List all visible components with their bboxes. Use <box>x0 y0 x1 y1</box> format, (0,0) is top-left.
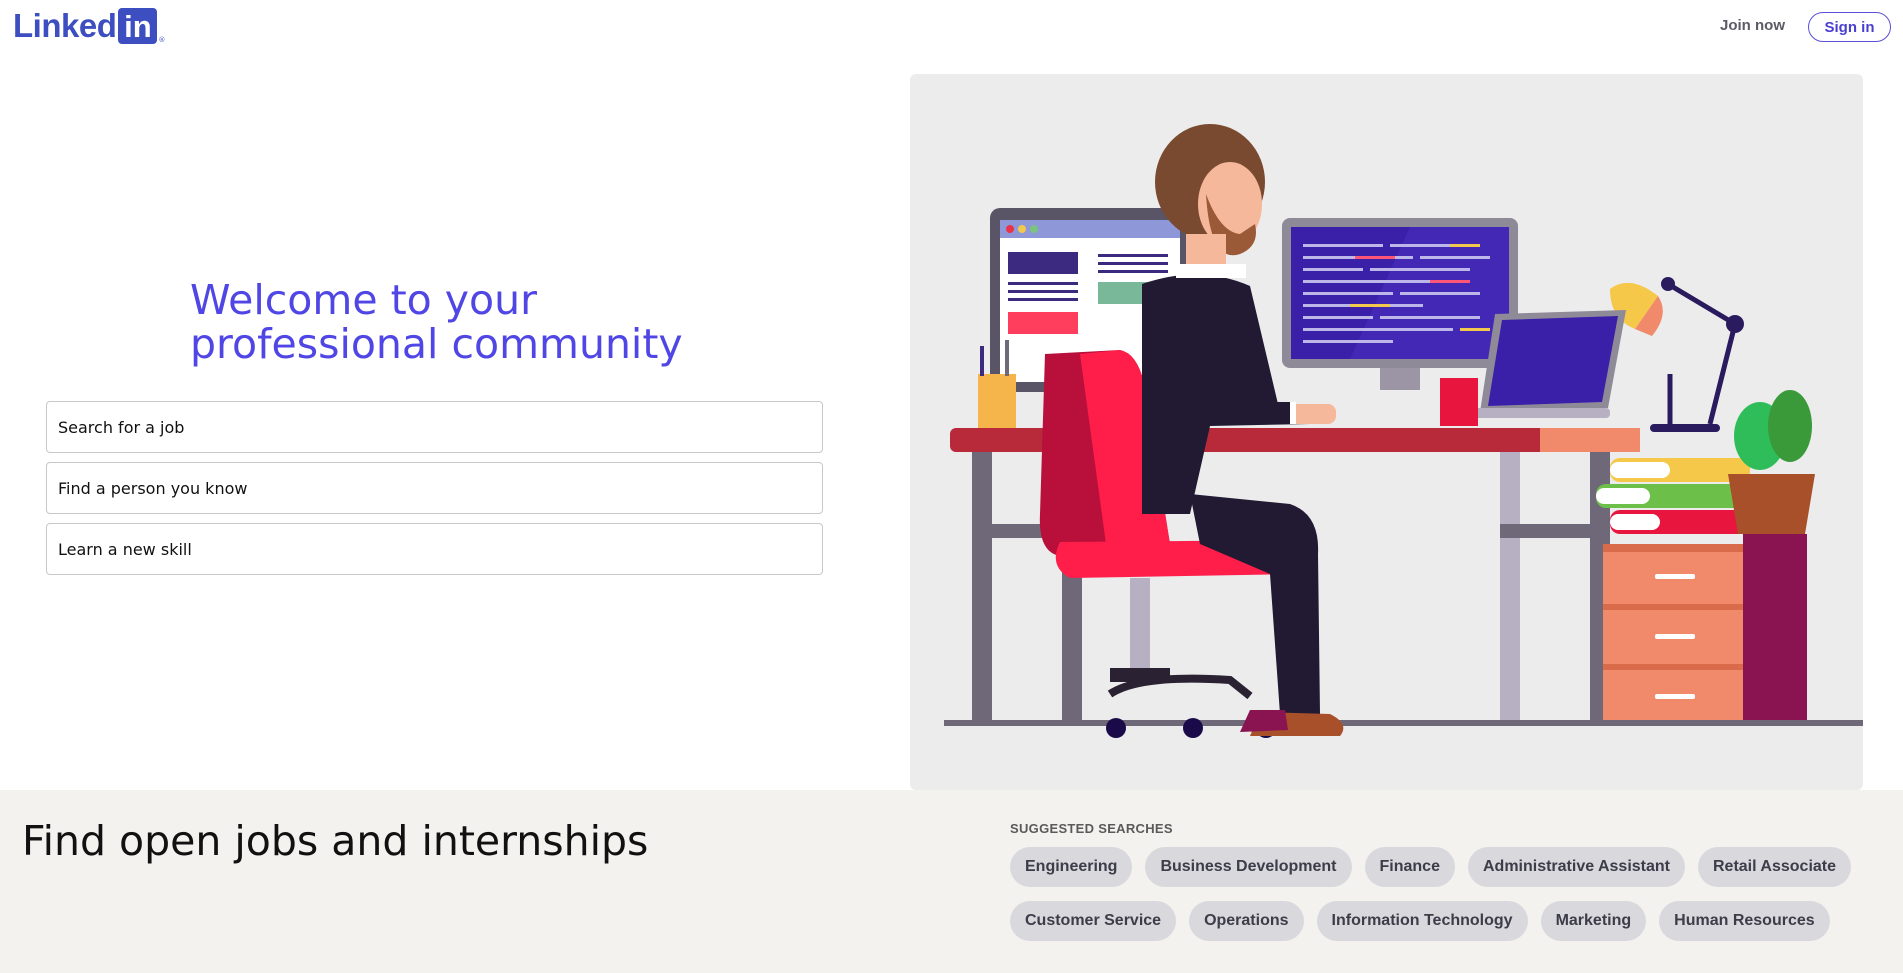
logo-wordmark: Linked <box>13 7 117 44</box>
jobs-section: Find open jobs and internships SUGGESTED… <box>0 790 1903 973</box>
join-now-link[interactable]: Join now <box>1720 16 1785 36</box>
developer-desk-illustration <box>944 124 1863 738</box>
hero-title-line-2: professional community <box>190 320 683 368</box>
logo-in-box: in <box>118 8 158 44</box>
pill-business-development[interactable]: Business Development <box>1145 847 1352 887</box>
pill-engineering[interactable]: Engineering <box>1010 847 1133 887</box>
pill-row-2: Customer Service Operations Information … <box>1010 901 1890 941</box>
hero-title-line-1: Welcome to your <box>190 276 537 324</box>
sign-in-button[interactable]: Sign in <box>1808 12 1891 42</box>
search-job-option[interactable]: Search for a job <box>46 401 823 453</box>
pill-retail-associate[interactable]: Retail Associate <box>1698 847 1852 887</box>
pill-row-1: Engineering Business Development Finance… <box>1010 847 1890 887</box>
pill-finance[interactable]: Finance <box>1364 847 1455 887</box>
pill-administrative-assistant[interactable]: Administrative Assistant <box>1467 847 1685 887</box>
learn-skill-option[interactable]: Learn a new skill <box>46 523 823 575</box>
pill-human-resources[interactable]: Human Resources <box>1659 901 1830 941</box>
top-nav: Linked in ® Join now Sign in <box>0 0 1903 56</box>
suggested-searches-label: SUGGESTED SEARCHES <box>1010 821 1173 836</box>
jobs-section-title: Find open jobs and internships <box>22 817 649 865</box>
pill-marketing[interactable]: Marketing <box>1540 901 1647 941</box>
pill-information-technology[interactable]: Information Technology <box>1316 901 1528 941</box>
suggested-searches-list: Engineering Business Development Finance… <box>1010 847 1890 955</box>
pill-customer-service[interactable]: Customer Service <box>1010 901 1177 941</box>
hero-title: Welcome to your professional community <box>190 278 750 366</box>
hero-illustration <box>910 74 1863 790</box>
find-person-option[interactable]: Find a person you know <box>46 462 823 514</box>
logo-registered-mark: ® <box>158 36 166 44</box>
pill-operations[interactable]: Operations <box>1189 901 1304 941</box>
linkedin-logo[interactable]: Linked in ® <box>13 8 165 44</box>
